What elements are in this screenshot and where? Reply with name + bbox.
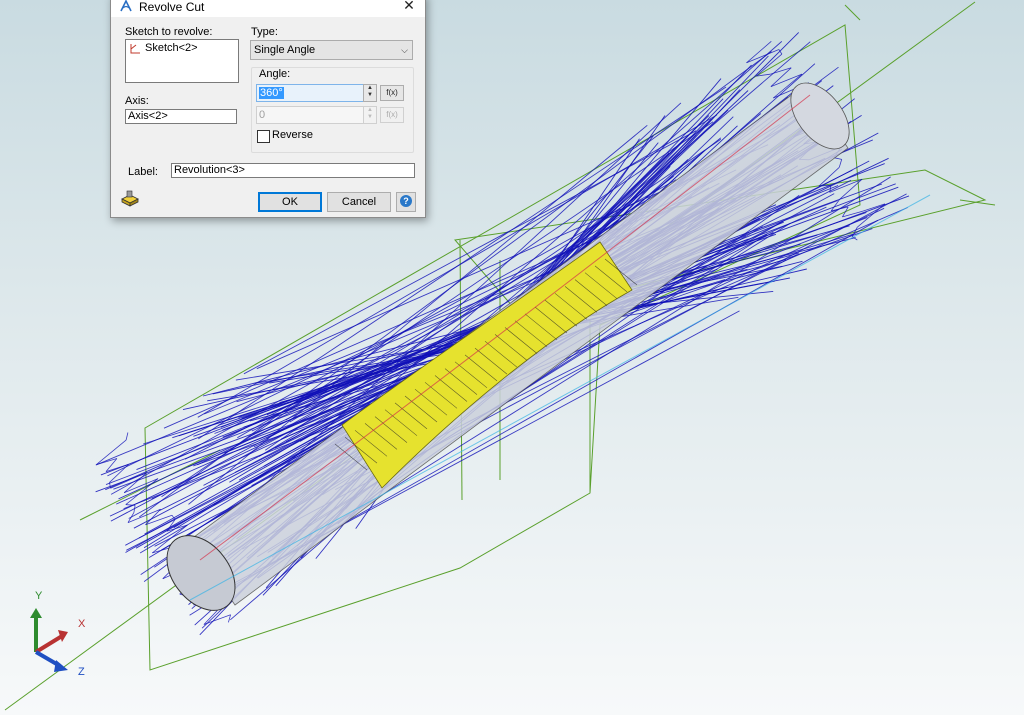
angle-input-value: 360°: [259, 87, 284, 99]
sketch-icon: [130, 43, 140, 53]
y-axis-label: Y: [35, 590, 43, 602]
reverse-checkbox[interactable]: [257, 130, 270, 143]
angle2-fx-button[interactable]: f(x): [380, 107, 404, 123]
label-field[interactable]: Revolution<3>: [171, 163, 415, 178]
dialog-titlebar[interactable]: Revolve Cut ✕: [111, 0, 425, 17]
reverse-label: Reverse: [272, 129, 313, 141]
revolve-cut-dialog: Revolve Cut ✕ Sketch to revolve: Sketch<…: [110, 0, 426, 218]
angle-label: Angle:: [257, 68, 293, 80]
help-icon: ?: [400, 195, 412, 207]
axis-triad: Y X Z: [20, 588, 100, 688]
z-axis-label: Z: [78, 666, 85, 678]
chevron-down-icon: ⌵: [401, 45, 408, 55]
dialog-title: Revolve Cut: [139, 0, 205, 14]
ok-button[interactable]: OK: [258, 192, 322, 212]
axis-field[interactable]: Axis<2>: [125, 109, 237, 124]
sketch-item-label: Sketch<2>: [145, 42, 198, 54]
sketch-to-revolve-label: Sketch to revolve:: [125, 26, 213, 38]
list-item[interactable]: Sketch<2>: [130, 42, 198, 54]
revolve-cut-icon: [120, 0, 132, 12]
close-button[interactable]: ✕: [399, 0, 419, 14]
y-axis-head: [30, 608, 42, 618]
angle-fx-button[interactable]: f(x): [380, 85, 404, 101]
sketch-list[interactable]: Sketch<2>: [125, 39, 239, 83]
label-field-label: Label:: [128, 166, 158, 178]
angle2-input[interactable]: 0: [256, 106, 364, 124]
help-button[interactable]: ?: [396, 192, 416, 212]
type-select[interactable]: Single Angle ⌵: [250, 40, 413, 60]
angle-spinner[interactable]: ▲ ▼: [363, 84, 377, 102]
angle-input[interactable]: 360°: [256, 84, 364, 102]
part-tool-icon[interactable]: [120, 189, 140, 207]
x-axis-label: X: [78, 618, 86, 630]
z-axis-head: [54, 660, 68, 672]
cancel-button[interactable]: Cancel: [327, 192, 391, 212]
angle2-spinner[interactable]: ▲ ▼: [363, 106, 377, 124]
type-label: Type:: [251, 26, 278, 38]
type-select-value: Single Angle: [254, 44, 316, 56]
x-axis-arrow: [34, 634, 64, 654]
axis-label: Axis:: [125, 95, 149, 107]
